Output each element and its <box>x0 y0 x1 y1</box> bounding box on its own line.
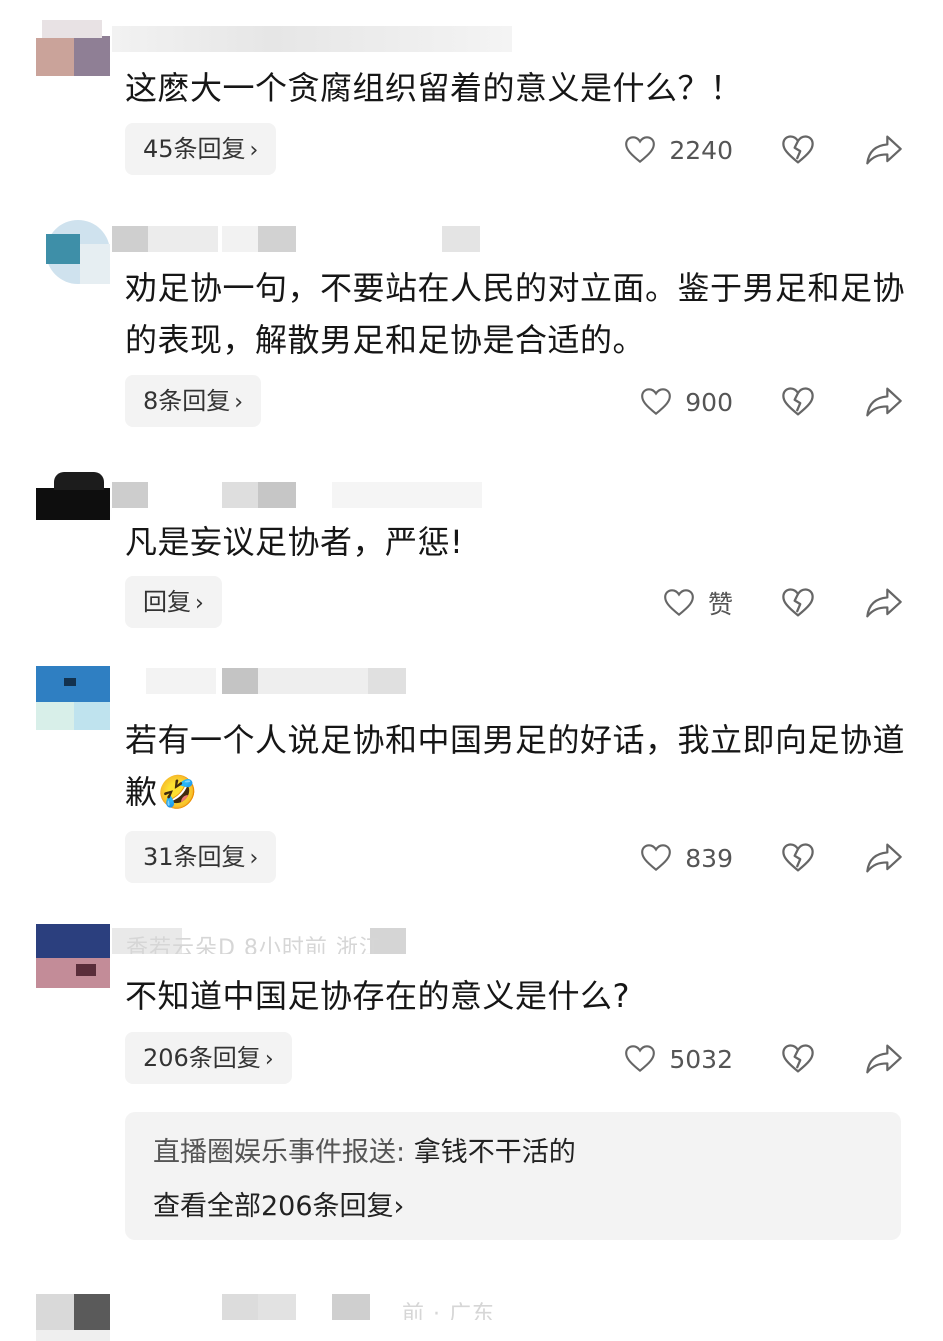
heart-outline-icon <box>664 589 694 617</box>
like-button[interactable]: 900 <box>639 382 733 422</box>
share-arrow-icon[interactable] <box>864 1041 904 1077</box>
comment-meta <box>112 26 532 52</box>
chevron-right-icon: › <box>393 1191 405 1222</box>
replies-button[interactable]: 31条回复 › <box>125 831 277 883</box>
reply-preview-line: 直播圈娱乐事件报送: 拿钱不干活的 <box>153 1130 576 1169</box>
laughing-emoji-icon: 🤣 <box>157 773 198 811</box>
broken-heart-icon[interactable] <box>780 1041 816 1077</box>
replies-count: 8条回复 <box>143 387 231 415</box>
replies-count: 206条回复 <box>143 1044 261 1072</box>
chevron-right-icon: › <box>264 1047 274 1072</box>
like-count: 赞 <box>707 590 733 619</box>
chevron-right-icon: › <box>249 846 259 871</box>
comment-text-body: 若有一个人说足协和中国男足的好话，我立即向足协道歉 <box>125 721 906 811</box>
replies-button[interactable]: 回复 › <box>125 576 222 628</box>
like-button[interactable]: 2240 <box>623 130 733 170</box>
reply-text: 拿钱不干活的 <box>405 1137 576 1168</box>
like-count: 5032 <box>669 1044 733 1074</box>
share-arrow-icon[interactable] <box>864 585 904 621</box>
heart-outline-icon <box>625 1045 656 1073</box>
like-count: 839 <box>685 843 733 873</box>
broken-heart-icon[interactable] <box>780 132 816 168</box>
comment-meta-text: 香若云朵D 8小时前 浙江 <box>126 936 382 954</box>
heart-outline-icon <box>625 136 656 164</box>
comment-text: 若有一个人说足协和中国男足的好话，我立即向足协道歉🤣 <box>125 714 905 818</box>
view-all-replies-label: 查看全部206条回复 <box>153 1191 394 1222</box>
avatar[interactable] <box>36 20 110 84</box>
comment-text: 不知道中国足协存在的意义是什么? <box>125 977 630 1015</box>
replies-count: 45条回复 <box>143 135 246 163</box>
like-button[interactable]: 839 <box>639 838 733 878</box>
comment-meta: 香若云朵D 8小时前 浙江 <box>112 928 532 954</box>
replies-button[interactable]: 45条回复 › <box>125 123 277 175</box>
chevron-right-icon: › <box>249 138 259 163</box>
replies-count: 31条回复 <box>143 843 246 871</box>
like-count: 900 <box>685 387 733 417</box>
avatar[interactable] <box>36 470 110 534</box>
broken-heart-icon[interactable] <box>780 585 816 621</box>
replies-count: 回复 <box>143 588 191 616</box>
view-all-replies-link[interactable]: 查看全部206条回复› <box>153 1184 404 1223</box>
reply-preview-box: 直播圈娱乐事件报送: 拿钱不干活的 查看全部206条回复› <box>125 1112 901 1240</box>
like-button[interactable]: 赞 <box>662 583 733 623</box>
broken-heart-icon[interactable] <box>780 384 816 420</box>
share-arrow-icon[interactable] <box>864 384 904 420</box>
comment-meta: 前 · 广东 <box>112 1294 532 1320</box>
broken-heart-icon[interactable] <box>780 840 816 876</box>
comment-meta-text: 前 · 广东 <box>402 1302 495 1320</box>
share-arrow-icon[interactable] <box>864 132 904 168</box>
avatar[interactable] <box>36 924 110 988</box>
chevron-right-icon: › <box>195 591 204 616</box>
replies-button[interactable]: 206条回复 › <box>125 1032 292 1084</box>
comment-meta <box>112 226 532 252</box>
comment-text: 这麽大一个贪腐组织留着的意义是什么？！ <box>125 69 743 107</box>
avatar[interactable] <box>36 1294 110 1341</box>
heart-outline-icon <box>641 844 672 872</box>
replies-button[interactable]: 8条回复 › <box>125 375 262 427</box>
share-arrow-icon[interactable] <box>864 840 904 876</box>
comment-meta <box>112 482 532 508</box>
like-count: 2240 <box>669 135 733 165</box>
heart-outline-icon <box>641 388 672 416</box>
comment-text: 凡是妄议足协者，严惩! <box>125 523 464 561</box>
like-button[interactable]: 5032 <box>623 1039 733 1079</box>
comment-meta <box>112 668 532 694</box>
chevron-right-icon: › <box>234 390 244 415</box>
avatar[interactable] <box>36 220 110 284</box>
comment-text: 劝足协一句，不要站在人民的对立面。鉴于男足和足协的表现，解散男足和足协是合适的。 <box>125 269 906 359</box>
reply-author[interactable]: 直播圈娱乐事件报送: <box>153 1137 405 1168</box>
avatar[interactable] <box>36 666 110 730</box>
